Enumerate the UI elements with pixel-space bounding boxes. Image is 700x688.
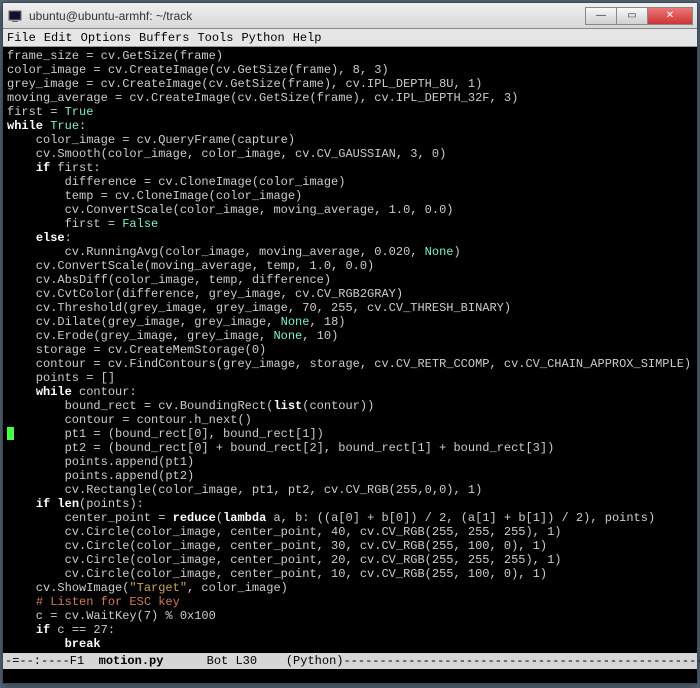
code-line: cv.CvtColor(difference, grey_image, cv.C… [7, 287, 403, 301]
code-line: first = [7, 105, 65, 119]
code-text [7, 231, 36, 245]
code-text: contour: [72, 385, 137, 399]
py-const: None [425, 245, 454, 259]
code-line: cv.ConvertScale(moving_average, temp, 1.… [7, 259, 374, 273]
code-text: , color_image) [187, 581, 288, 595]
code-text: ( [216, 511, 223, 525]
emacs-minibuffer[interactable] [3, 669, 697, 683]
code-text: center_point = [7, 511, 173, 525]
code-text [7, 385, 36, 399]
code-text: : [79, 119, 86, 133]
menu-buffers[interactable]: Buffers [139, 31, 189, 45]
maximize-button[interactable]: ▭ [616, 7, 648, 25]
code-text [7, 497, 36, 511]
code-line: storage = cv.CreateMemStorage(0) [7, 343, 266, 357]
code-text: (points): [79, 497, 144, 511]
py-const: None [281, 315, 310, 329]
py-keyword: while [7, 119, 43, 133]
modeline-dashes: ----------------------------------------… [343, 654, 700, 668]
py-keyword: while [36, 385, 72, 399]
code-line: cv.Circle(color_image, center_point, 30,… [7, 539, 547, 553]
menu-edit[interactable]: Edit [44, 31, 73, 45]
terminal-window: ubuntu@ubuntu-armhf: ~/track — ▭ ✕ File … [2, 2, 698, 684]
py-keyword: else [36, 231, 65, 245]
code-line: points.append(pt1) [7, 455, 194, 469]
code-text: cv.Erode(grey_image, grey_image, [7, 329, 273, 343]
emacs-modeline: -=--:----F1 motion.py Bot L30 (Python)--… [3, 653, 697, 669]
code-line: cv.Threshold(grey_image, grey_image, 70,… [7, 301, 511, 315]
code-line: cv.Rectangle(color_image, pt1, pt2, cv.C… [7, 483, 482, 497]
code-line: points.append(pt2) [7, 469, 194, 483]
code-text: first = [7, 217, 122, 231]
code-line: grey_image = cv.CreateImage(cv.GetSize(f… [7, 77, 482, 91]
py-const: None [273, 329, 302, 343]
code-line: cv.Smooth(color_image, color_image, cv.C… [7, 147, 446, 161]
py-builtin: reduce [173, 511, 216, 525]
code-text [7, 595, 36, 609]
cursor [7, 427, 14, 440]
close-button[interactable]: ✕ [647, 7, 693, 25]
code-text [7, 161, 36, 175]
editor-buffer[interactable]: frame_size = cv.GetSize(frame) color_ima… [3, 47, 697, 653]
py-builtin: list [273, 399, 302, 413]
py-keyword: if [36, 497, 50, 511]
menu-options[interactable]: Options [81, 31, 131, 45]
py-keyword: lambda [223, 511, 266, 525]
code-line: points = [] [7, 371, 115, 385]
code-line: pt1 = (bound_rect[0], bound_rect[1]) [7, 427, 324, 441]
code-text: a, b: ((a[0] + b[0]) / 2, (a[1] + b[1]) … [266, 511, 655, 525]
window-title: ubuntu@ubuntu-armhf: ~/track [29, 9, 586, 23]
code-line: moving_average = cv.CreateImage(cv.GetSi… [7, 91, 518, 105]
code-text: bound_rect = cv.BoundingRect( [7, 399, 273, 413]
modeline-mid: Bot L30 (Python) [163, 654, 343, 668]
titlebar[interactable]: ubuntu@ubuntu-armhf: ~/track — ▭ ✕ [3, 3, 697, 29]
code-line: contour = cv.FindContours(grey_image, st… [7, 357, 691, 371]
modeline-filename: motion.py [99, 654, 164, 668]
py-string: "Target" [129, 581, 187, 595]
code-line: c = cv.WaitKey(7) % 0x100 [7, 609, 216, 623]
menu-help[interactable]: Help [293, 31, 322, 45]
code-text: ) [453, 245, 460, 259]
py-comment: # Listen for ESC key [36, 595, 180, 609]
menu-python[interactable]: Python [241, 31, 284, 45]
code-line: cv.Circle(color_image, center_point, 20,… [7, 553, 562, 567]
code-line: cv.Circle(color_image, center_point, 10,… [7, 567, 547, 581]
code-line: frame_size = cv.GetSize(frame) [7, 49, 223, 63]
code-text [7, 637, 65, 651]
py-keyword: if [36, 161, 50, 175]
putty-icon [7, 8, 23, 24]
code-line: color_image = cv.CreateImage(cv.GetSize(… [7, 63, 389, 77]
code-text: cv.RunningAvg(color_image, moving_averag… [7, 245, 425, 259]
menu-file[interactable]: File [7, 31, 36, 45]
code-text [7, 623, 36, 637]
code-line: pt2 = (bound_rect[0] + bound_rect[2], bo… [7, 441, 554, 455]
code-line: color_image = cv.QueryFrame(capture) [7, 133, 295, 147]
py-const: True [65, 105, 94, 119]
code-text: (contour)) [302, 399, 374, 413]
code-text: , 10) [302, 329, 338, 343]
window-buttons: — ▭ ✕ [586, 7, 693, 25]
code-text: first: [50, 161, 100, 175]
modeline-left: -=--:----F1 [5, 654, 99, 668]
py-const: False [122, 217, 158, 231]
menu-tools[interactable]: Tools [197, 31, 233, 45]
minimize-button[interactable]: — [585, 7, 617, 25]
code-text: cv.ShowImage( [7, 581, 129, 595]
py-keyword: if [36, 623, 50, 637]
emacs-menubar: File Edit Options Buffers Tools Python H… [3, 29, 697, 47]
code-line: difference = cv.CloneImage(color_image) [7, 175, 345, 189]
code-text: , 18) [309, 315, 345, 329]
code-line: contour = contour.h_next() [7, 413, 252, 427]
code-text: c == 27: [50, 623, 115, 637]
code-text: cv.Dilate(grey_image, grey_image, [7, 315, 281, 329]
py-const: True [50, 119, 79, 133]
py-builtin: len [57, 497, 79, 511]
code-line: cv.Circle(color_image, center_point, 40,… [7, 525, 562, 539]
code-line: temp = cv.CloneImage(color_image) [7, 189, 302, 203]
code-line: cv.ConvertScale(color_image, moving_aver… [7, 203, 453, 217]
code-text: : [65, 231, 72, 245]
py-keyword: break [65, 637, 101, 651]
code-line: cv.AbsDiff(color_image, temp, difference… [7, 273, 331, 287]
